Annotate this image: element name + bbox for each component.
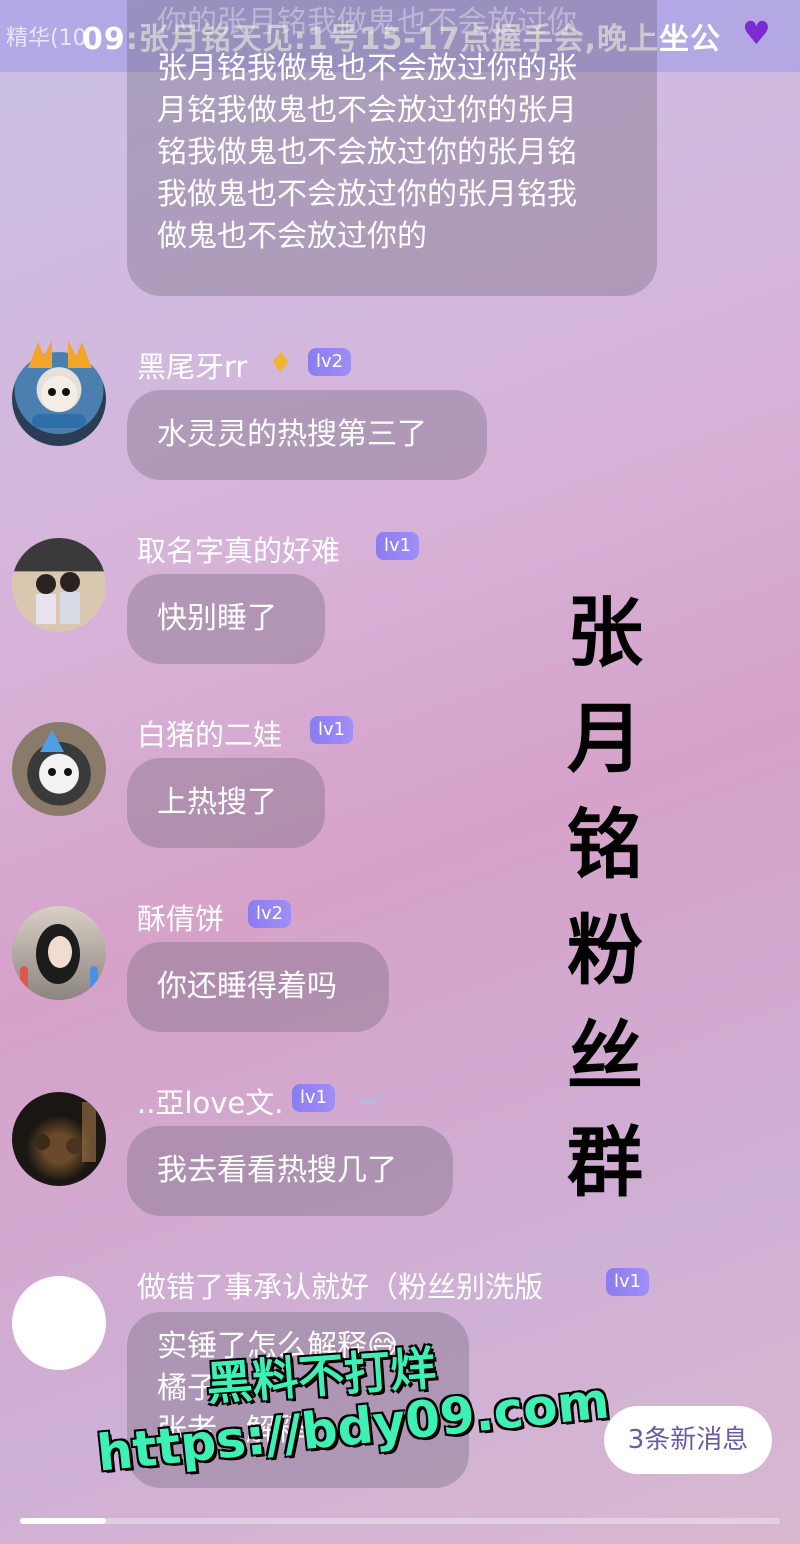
moon-badge-icon (354, 1090, 382, 1104)
level-badge: lv1 (292, 1084, 336, 1112)
message-line: 做鬼也不会放过你的 (157, 219, 427, 254)
concert-avatar-icon (34, 1102, 96, 1162)
diamond-badge-icon: ♦ (268, 346, 294, 379)
message-line: 张月铭我做鬼也不会放过你的张 (157, 51, 577, 86)
avatar[interactable] (12, 1276, 106, 1370)
level-badge: lv1 (606, 1268, 650, 1296)
avatar[interactable] (12, 1092, 106, 1186)
avatar[interactable] (12, 722, 106, 816)
sender-name[interactable]: 白猪的二娃 (137, 712, 282, 754)
message-bubble[interactable]: 上热搜了 (127, 758, 325, 848)
scroll-progress-bar (20, 1518, 780, 1524)
message-bubble[interactable]: 你还睡得着吗 (127, 942, 389, 1032)
message-bubble[interactable]: 水灵灵的热搜第三了 (127, 390, 487, 480)
message-line: 月铭我做鬼也不会放过你的张月 (157, 93, 577, 128)
message-line: 铭我做鬼也不会放过你的张月铭 (157, 135, 577, 170)
level-badge: lv1 (376, 532, 420, 560)
level-badge: lv1 (310, 716, 354, 744)
heart-icon: ♥ (742, 14, 771, 52)
photo-avatar-icon (36, 572, 80, 624)
avatar[interactable] (12, 906, 106, 1000)
antler-decoration-icon (28, 340, 92, 368)
message-bubble[interactable]: 我去看看热搜几了 (127, 1126, 453, 1216)
message-line: 我做鬼也不会放过你的张月铭我 (157, 177, 577, 212)
level-badge: lv2 (248, 900, 292, 928)
scroll-progress-fill (20, 1518, 106, 1524)
cat-avatar-icon (40, 730, 72, 776)
pinned-label: 精华(10 (6, 26, 87, 51)
group-title-overlay: 张 月 铭 粉 丝 群 (567, 588, 643, 1207)
sender-name[interactable]: 黑尾牙rr (137, 344, 247, 386)
avatar[interactable] (12, 538, 106, 632)
message-bubble-top: 你的张月铭我做鬼也不会放过你 张月铭我做鬼也不会放过你的张 月铭我做鬼也不会放过… (127, 0, 657, 296)
sender-name[interactable]: 做错了事承认就好（粉丝别洗版 (137, 1264, 543, 1306)
girl-avatar-icon (20, 924, 98, 994)
sender-name[interactable]: ..亞love文. (137, 1080, 283, 1122)
sender-name[interactable]: 取名字真的好难 (137, 528, 340, 570)
message-bubble[interactable]: 快别睡了 (127, 574, 325, 664)
sender-name[interactable]: 酥倩饼 (137, 896, 224, 938)
new-messages-button[interactable]: 3条新消息 (604, 1406, 772, 1474)
level-badge: lv2 (308, 348, 352, 376)
message-ghost-line: 你的张月铭我做鬼也不会放过你 (157, 5, 577, 40)
